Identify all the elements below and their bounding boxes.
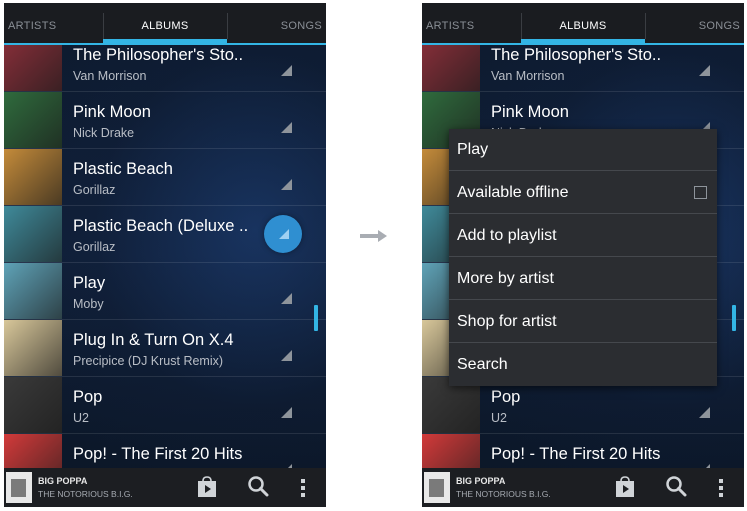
album-title: Pink Moon xyxy=(491,103,569,121)
menu-item-search[interactable]: Search xyxy=(449,344,717,386)
now-playing-artist: THE NOTORIOUS B.I.G. xyxy=(456,489,551,499)
album-title: Pop xyxy=(73,388,103,406)
album-title: Pop! - The First 20 Hits xyxy=(73,445,243,463)
context-menu-triangle-icon[interactable] xyxy=(699,407,710,418)
album-title: The Philosopher's Sto.. xyxy=(73,46,244,64)
album-artist: Gorillaz xyxy=(73,183,116,197)
tab-albums[interactable]: ALBUMS xyxy=(103,3,227,43)
list-item[interactable]: Plug In & Turn On X.4 Precipice (DJ Krus… xyxy=(4,320,326,377)
list-item[interactable]: Pink Moon Nick Drake xyxy=(4,92,326,149)
tab-bar: ARTISTS ALBUMS SONGS xyxy=(4,3,326,45)
album-title: Pop! - The First 20 Hits xyxy=(491,445,661,463)
offline-checkbox[interactable] xyxy=(694,186,707,199)
context-menu-triangle-icon[interactable] xyxy=(281,179,292,190)
album-context-menu: Play Available offline Add to playlist M… xyxy=(449,129,717,386)
list-item[interactable]: Pop! - The First 20 Hits E xyxy=(4,434,326,468)
album-art xyxy=(4,320,62,376)
music-app-screen-before: ARTISTS ALBUMS SONGS The Philosopher's S… xyxy=(4,3,326,507)
menu-item-shop-for-artist[interactable]: Shop for artist xyxy=(449,301,717,343)
music-app-screen-after: ARTISTS ALBUMS SONGS The Philosopher's S… xyxy=(422,3,744,507)
active-tab-indicator xyxy=(103,39,227,43)
tab-divider xyxy=(227,13,228,39)
album-title: The Philosopher's Sto.. xyxy=(491,46,662,64)
list-item[interactable]: Plastic Beach Gorillaz xyxy=(4,149,326,206)
album-artist: Precipice (DJ Krust Remix) xyxy=(73,354,224,368)
album-list[interactable]: The Philosopher's Sto.. Van Morrison Pin… xyxy=(4,45,326,468)
album-artist: U2 xyxy=(491,411,507,425)
menu-item-add-to-playlist[interactable]: Add to playlist xyxy=(449,215,717,257)
album-art xyxy=(422,434,480,468)
album-artist: Nick Drake xyxy=(73,126,135,140)
search-icon[interactable] xyxy=(665,475,687,497)
tab-albums[interactable]: ALBUMS xyxy=(521,3,645,43)
now-playing-art xyxy=(424,472,450,503)
play-store-icon[interactable] xyxy=(614,476,636,498)
search-icon[interactable] xyxy=(247,475,269,497)
now-playing-art xyxy=(6,472,32,503)
menu-item-more-by-artist[interactable]: More by artist xyxy=(449,258,717,300)
now-playing-title: BIG POPPA xyxy=(38,476,88,486)
now-playing-bar[interactable]: BIG POPPA THE NOTORIOUS B.I.G. xyxy=(4,468,326,507)
list-item[interactable]: Plastic Beach (Deluxe .. Gorillaz xyxy=(4,206,326,263)
menu-item-label: Available offline xyxy=(457,184,569,201)
list-item[interactable]: Play Moby xyxy=(4,263,326,320)
active-tab-indicator xyxy=(521,39,645,43)
scrollbar-thumb[interactable] xyxy=(314,305,318,331)
now-playing-title: BIG POPPA xyxy=(456,476,506,486)
tab-bar: ARTISTS ALBUMS SONGS xyxy=(422,3,744,45)
album-art xyxy=(422,45,480,91)
context-menu-triangle-icon[interactable] xyxy=(281,65,292,76)
album-title: Plastic Beach (Deluxe .. xyxy=(73,217,249,235)
tab-divider xyxy=(645,13,646,39)
album-artist: Van Morrison xyxy=(491,69,565,83)
album-title: Plug In & Turn On X.4 xyxy=(73,331,234,349)
scrollbar-thumb[interactable] xyxy=(732,305,736,331)
tab-artists[interactable]: ARTISTS xyxy=(426,3,486,43)
album-title: Pink Moon xyxy=(73,103,151,121)
now-playing-bar[interactable]: BIG POPPA THE NOTORIOUS B.I.G. xyxy=(422,468,744,507)
album-art xyxy=(4,206,62,262)
context-menu-triangle-icon[interactable] xyxy=(281,122,292,133)
context-menu-triangle-icon xyxy=(279,229,289,239)
list-item[interactable]: Pop U2 xyxy=(4,377,326,434)
now-playing-artist: THE NOTORIOUS B.I.G. xyxy=(38,489,133,499)
album-art xyxy=(4,92,62,148)
context-menu-pressed-button[interactable] xyxy=(264,215,302,253)
album-art xyxy=(4,149,62,205)
album-art xyxy=(4,45,62,91)
right-arrow-icon xyxy=(360,230,387,242)
album-title: Plastic Beach xyxy=(73,160,173,178)
overflow-menu-icon[interactable] xyxy=(719,479,723,497)
album-art xyxy=(4,377,62,433)
album-art xyxy=(4,434,62,468)
album-artist: Gorillaz xyxy=(73,240,116,254)
tab-songs[interactable]: SONGS xyxy=(680,3,740,43)
context-menu-triangle-icon[interactable] xyxy=(281,350,292,361)
play-store-icon[interactable] xyxy=(196,476,218,498)
album-title: Play xyxy=(73,274,106,292)
album-artist: Van Morrison xyxy=(73,69,147,83)
album-artist: U2 xyxy=(73,411,89,425)
tab-songs[interactable]: SONGS xyxy=(262,3,322,43)
menu-item-play[interactable]: Play xyxy=(449,129,717,171)
context-menu-triangle-icon[interactable] xyxy=(281,407,292,418)
album-title: Pop xyxy=(491,388,521,406)
overflow-menu-icon[interactable] xyxy=(301,479,305,497)
list-item[interactable]: The Philosopher's Sto.. Van Morrison xyxy=(422,45,744,92)
list-item[interactable]: The Philosopher's Sto.. Van Morrison xyxy=(4,45,326,92)
tab-artists[interactable]: ARTISTS xyxy=(8,3,68,43)
context-menu-triangle-icon[interactable] xyxy=(699,65,710,76)
list-item[interactable]: Pop! - The First 20 Hits E xyxy=(422,434,744,468)
album-artist: Moby xyxy=(73,297,104,311)
context-menu-triangle-icon[interactable] xyxy=(281,293,292,304)
album-art xyxy=(4,263,62,319)
menu-item-available-offline[interactable]: Available offline xyxy=(449,172,717,214)
